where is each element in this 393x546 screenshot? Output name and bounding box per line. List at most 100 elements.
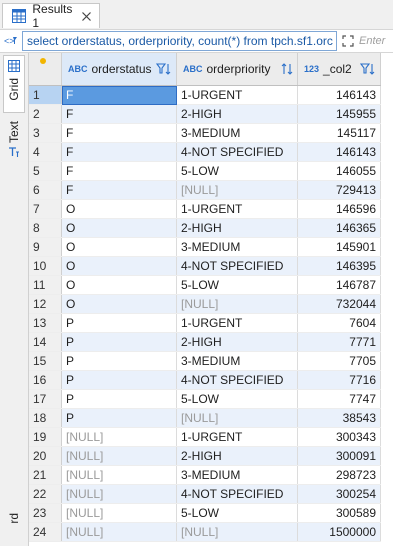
- cell-col2[interactable]: 146395: [297, 256, 381, 276]
- row-number[interactable]: 6: [29, 180, 62, 200]
- column-header-orderstatus[interactable]: ABC orderstatus: [61, 53, 177, 86]
- row-number[interactable]: 23: [29, 503, 62, 523]
- close-icon[interactable]: [80, 10, 92, 22]
- cell-orderstatus[interactable]: O: [61, 256, 177, 276]
- filter-sort-icon[interactable]: [360, 62, 376, 76]
- text-view-tab[interactable]: Text: [3, 121, 25, 183]
- cell-orderstatus[interactable]: [NULL]: [61, 446, 177, 466]
- cell-col2[interactable]: 145955: [297, 104, 381, 124]
- table-row[interactable]: 6 F [NULL] 729413: [29, 180, 381, 200]
- table-row[interactable]: 15 P 3-MEDIUM 7705: [29, 351, 381, 371]
- cell-orderpriority[interactable]: 5-LOW: [176, 389, 298, 409]
- cell-col2[interactable]: 7771: [297, 332, 381, 352]
- cell-orderstatus[interactable]: O: [61, 199, 177, 219]
- cell-orderpriority[interactable]: 4-NOT SPECIFIED: [176, 370, 298, 390]
- cell-orderstatus[interactable]: P: [61, 389, 177, 409]
- expand-icon[interactable]: [337, 31, 359, 51]
- table-row[interactable]: 3 F 3-MEDIUM 145117: [29, 123, 381, 143]
- cell-orderstatus[interactable]: [NULL]: [61, 465, 177, 485]
- cell-orderpriority[interactable]: 2-HIGH: [176, 332, 298, 352]
- row-number[interactable]: 13: [29, 313, 62, 333]
- cell-orderpriority[interactable]: 3-MEDIUM: [176, 237, 298, 257]
- cell-orderpriority[interactable]: 4-NOT SPECIFIED: [176, 484, 298, 504]
- cell-orderstatus[interactable]: O: [61, 218, 177, 238]
- table-row[interactable]: 24 [NULL] [NULL] 1500000: [29, 522, 381, 542]
- cell-col2[interactable]: 146596: [297, 199, 381, 219]
- cell-orderpriority[interactable]: 3-MEDIUM: [176, 351, 298, 371]
- cell-col2[interactable]: 146365: [297, 218, 381, 238]
- row-number[interactable]: 20: [29, 446, 62, 466]
- row-number[interactable]: 5: [29, 161, 62, 181]
- cell-col2[interactable]: 146143: [297, 85, 381, 105]
- cell-col2[interactable]: 7747: [297, 389, 381, 409]
- cell-orderstatus[interactable]: [NULL]: [61, 427, 177, 447]
- row-number[interactable]: 3: [29, 123, 62, 143]
- grid-corner[interactable]: [29, 53, 62, 86]
- table-row[interactable]: 19 [NULL] 1-URGENT 300343: [29, 427, 381, 447]
- row-number[interactable]: 7: [29, 199, 62, 219]
- row-number[interactable]: 12: [29, 294, 62, 314]
- cell-orderpriority[interactable]: 2-HIGH: [176, 446, 298, 466]
- cell-orderpriority[interactable]: 5-LOW: [176, 161, 298, 181]
- table-row[interactable]: 4 F 4-NOT SPECIFIED 146143: [29, 142, 381, 162]
- row-number[interactable]: 2: [29, 104, 62, 124]
- table-row[interactable]: 12 O [NULL] 732044: [29, 294, 381, 314]
- cell-col2[interactable]: 300091: [297, 446, 381, 466]
- cell-orderstatus[interactable]: [NULL]: [61, 484, 177, 504]
- cell-orderpriority[interactable]: 1-URGENT: [176, 427, 298, 447]
- cell-col2[interactable]: 300589: [297, 503, 381, 523]
- cell-orderpriority[interactable]: [NULL]: [176, 408, 298, 428]
- cell-orderpriority[interactable]: 4-NOT SPECIFIED: [176, 142, 298, 162]
- cell-orderpriority[interactable]: [NULL]: [176, 180, 298, 200]
- cell-col2[interactable]: 145901: [297, 237, 381, 257]
- cell-col2[interactable]: 7705: [297, 351, 381, 371]
- cell-orderpriority[interactable]: 1-URGENT: [176, 313, 298, 333]
- cell-orderpriority[interactable]: [NULL]: [176, 294, 298, 314]
- row-number[interactable]: 4: [29, 142, 62, 162]
- sort-icon[interactable]: [281, 62, 293, 76]
- cell-col2[interactable]: 300254: [297, 484, 381, 504]
- cell-col2[interactable]: 1500000: [297, 522, 381, 542]
- table-row[interactable]: 21 [NULL] 3-MEDIUM 298723: [29, 465, 381, 485]
- cell-orderpriority[interactable]: 5-LOW: [176, 275, 298, 295]
- cell-orderpriority[interactable]: 2-HIGH: [176, 104, 298, 124]
- row-number[interactable]: 18: [29, 408, 62, 428]
- cell-orderpriority[interactable]: 3-MEDIUM: [176, 465, 298, 485]
- row-number[interactable]: 19: [29, 427, 62, 447]
- row-number[interactable]: 10: [29, 256, 62, 276]
- row-number[interactable]: 14: [29, 332, 62, 352]
- cell-orderstatus[interactable]: [NULL]: [61, 522, 177, 542]
- table-row[interactable]: 8 O 2-HIGH 146365: [29, 218, 381, 238]
- filter-sort-icon[interactable]: [156, 62, 172, 76]
- cell-orderstatus[interactable]: O: [61, 294, 177, 314]
- row-number[interactable]: 21: [29, 465, 62, 485]
- cell-col2[interactable]: 729413: [297, 180, 381, 200]
- table-row[interactable]: 13 P 1-URGENT 7604: [29, 313, 381, 333]
- table-row[interactable]: 23 [NULL] 5-LOW 300589: [29, 503, 381, 523]
- cell-col2[interactable]: 146787: [297, 275, 381, 295]
- cell-orderstatus[interactable]: P: [61, 332, 177, 352]
- cell-col2[interactable]: 7604: [297, 313, 381, 333]
- cell-orderpriority[interactable]: 1-URGENT: [176, 85, 298, 105]
- row-number[interactable]: 24: [29, 522, 62, 542]
- cell-orderpriority[interactable]: 4-NOT SPECIFIED: [176, 256, 298, 276]
- cell-col2[interactable]: 145117: [297, 123, 381, 143]
- table-row[interactable]: 2 F 2-HIGH 145955: [29, 104, 381, 124]
- cell-col2[interactable]: 146055: [297, 161, 381, 181]
- table-row[interactable]: 14 P 2-HIGH 7771: [29, 332, 381, 352]
- table-row[interactable]: 17 P 5-LOW 7747: [29, 389, 381, 409]
- row-number[interactable]: 15: [29, 351, 62, 371]
- cell-orderstatus[interactable]: [NULL]: [61, 503, 177, 523]
- cell-orderstatus[interactable]: P: [61, 313, 177, 333]
- query-text-field[interactable]: select orderstatus, orderpriority, count…: [22, 31, 337, 51]
- table-row[interactable]: 11 O 5-LOW 146787: [29, 275, 381, 295]
- cell-orderstatus[interactable]: F: [61, 180, 177, 200]
- cell-orderpriority[interactable]: 2-HIGH: [176, 218, 298, 238]
- cell-col2[interactable]: 732044: [297, 294, 381, 314]
- cell-col2[interactable]: 7716: [297, 370, 381, 390]
- record-view-tab[interactable]: rd: [3, 513, 25, 543]
- cell-orderstatus[interactable]: O: [61, 237, 177, 257]
- column-header-col2[interactable]: 123 _col2: [297, 53, 381, 86]
- table-row[interactable]: 16 P 4-NOT SPECIFIED 7716: [29, 370, 381, 390]
- table-row[interactable]: 20 [NULL] 2-HIGH 300091: [29, 446, 381, 466]
